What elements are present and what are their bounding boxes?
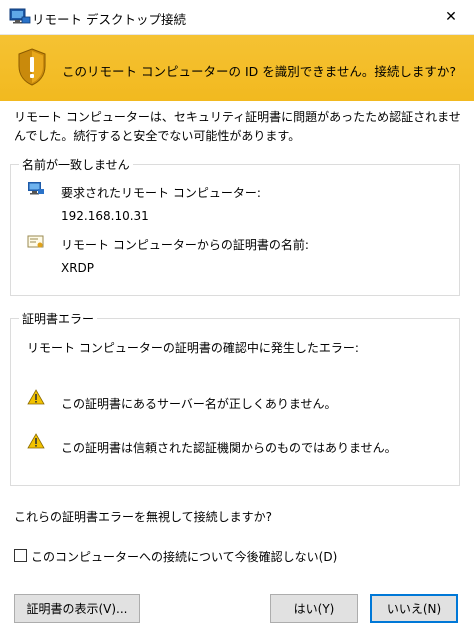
banner-message: このリモート コンピューターの ID を識別できません。接続しますか? [62, 64, 456, 79]
requested-computer-value: 192.168.10.31 [61, 209, 149, 223]
cert-error-item: この証明書は信頼された認証機関からのものではありません。 [61, 441, 397, 455]
yes-button[interactable]: はい(Y) [270, 594, 358, 623]
certificate-icon [27, 235, 44, 248]
no-label: いいえ(N) [386, 602, 442, 616]
ignore-errors-question: これらの証明書エラーを無視して接続しますか? [14, 510, 273, 524]
requested-computer-label: 要求されたリモート コンピューター: [61, 186, 261, 200]
close-button[interactable]: ✕ [428, 0, 474, 34]
yes-label: はい(Y) [293, 602, 335, 616]
warning-icon [27, 433, 45, 449]
warning-shield-icon [18, 48, 46, 86]
remote-desktop-icon [9, 8, 31, 24]
cert-errors-heading: リモート コンピューターの証明書の確認中に発生したエラー: [27, 341, 359, 355]
cert-error-item: この証明書にあるサーバー名が正しくありません。 [61, 397, 337, 411]
dont-ask-again-checkbox[interactable] [14, 549, 27, 562]
close-icon: ✕ [445, 9, 457, 25]
intro-text: リモート コンピューターは、セキュリティ証明書に問題があったため認証されませんで… [14, 110, 461, 143]
dont-ask-again-label[interactable]: このコンピューターへの接続について今後確認しない(D) [31, 548, 337, 565]
name-mismatch-label: 名前が一致しません [19, 156, 133, 173]
computer-icon [28, 182, 44, 195]
no-button[interactable]: いいえ(N) [370, 594, 458, 623]
view-certificate-label: 証明書の表示(V)... [26, 602, 128, 616]
cert-name-label: リモート コンピューターからの証明書の名前: [61, 238, 309, 252]
window-title: リモート デスクトップ接続 [32, 12, 186, 27]
cert-name-value: XRDP [61, 261, 95, 275]
warning-banner: このリモート コンピューターの ID を識別できません。接続しますか? [0, 35, 474, 101]
title-bar: リモート デスクトップ接続 ✕ [0, 0, 474, 35]
cert-errors-label: 証明書エラー [19, 310, 98, 327]
warning-icon [27, 389, 45, 405]
view-certificate-button[interactable]: 証明書の表示(V)... [14, 594, 140, 623]
